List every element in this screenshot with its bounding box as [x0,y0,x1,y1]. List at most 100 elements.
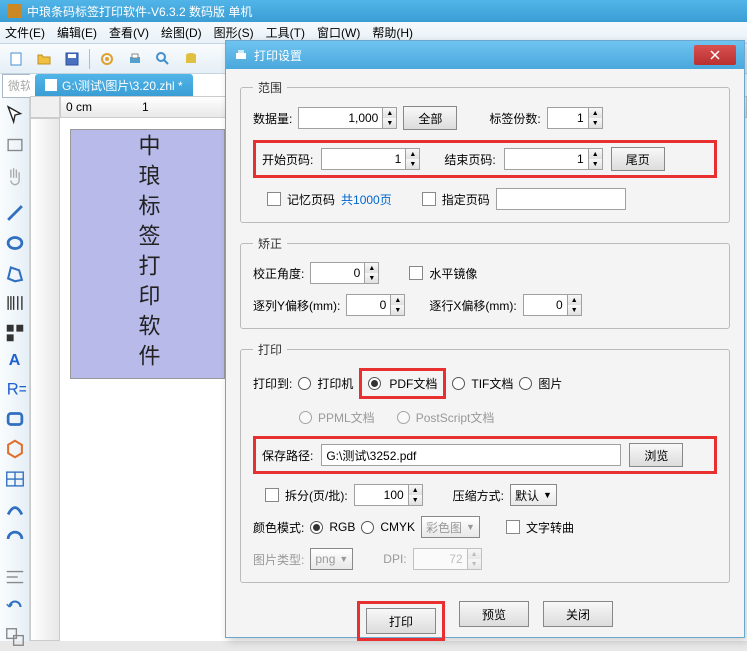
compress-select[interactable]: 默认▼ [510,484,557,506]
split-input[interactable]: ▲▼ [354,484,423,506]
table-tool-icon[interactable] [4,468,26,490]
close-button[interactable] [694,45,736,65]
tif-radio[interactable] [452,377,465,390]
print-group: 打印 打印到: 打印机 PDF文档 TIF文档 图片 PPML文档 [240,341,730,583]
col-y-input[interactable]: ▲▼ [346,294,405,316]
start-page-label: 开始页码: [262,151,313,168]
menu-view[interactable]: 查看(V) [109,24,149,41]
pointer-icon[interactable] [4,104,26,126]
doc-tab-label: G:\测试\图片\3.20.zhl * [62,77,183,94]
svg-text:R=: R= [6,381,25,399]
col-y-label: 逐列Y偏移(mm): [253,297,340,314]
printer-label: 打印机 [317,375,353,392]
cmyk-radio[interactable] [361,521,374,534]
tif-label: TIF文档 [471,375,513,392]
color-profile-select: 彩色图▼ [421,516,480,538]
row-x-input[interactable]: ▲▼ [523,294,582,316]
printer-radio[interactable] [298,377,311,390]
menu-file[interactable]: 文件(E) [5,24,45,41]
qr-icon[interactable] [4,322,26,344]
browse-button[interactable]: 浏览 [629,443,683,467]
ruler-vertical [30,118,60,641]
ppml-radio [299,411,312,424]
specify-page-input[interactable] [496,188,626,210]
all-button[interactable]: 全部 [403,106,457,130]
zoom-icon[interactable] [152,48,174,70]
rect-tool-icon[interactable] [4,134,26,156]
database-icon[interactable] [180,48,202,70]
polygon-tool-icon[interactable] [4,262,26,284]
pdf-highlight: PDF文档 [359,368,446,399]
text-curve-checkbox[interactable] [506,520,520,534]
data-count-input[interactable]: ▲▼ [298,107,397,129]
dialog-title-bar: 打印设置 [226,41,744,69]
specify-page-checkbox[interactable] [422,192,436,206]
app-icon [8,4,22,18]
menu-help[interactable]: 帮助(H) [372,24,413,41]
pdf-radio[interactable] [368,377,381,390]
menu-tool[interactable]: 工具(T) [266,24,305,41]
label-copies-label: 标签份数: [489,110,540,127]
image-type-select: png▼ [310,548,353,570]
rotate-icon[interactable] [4,596,26,618]
text-curve-label: 文字转曲 [526,519,574,536]
new-doc-icon[interactable] [5,48,27,70]
print-icon[interactable] [124,48,146,70]
image-radio[interactable] [519,377,532,390]
ellipse-tool-icon[interactable] [4,232,26,254]
pdf-label: PDF文档 [389,375,437,392]
angle-input[interactable]: ▲▼ [310,262,379,284]
app-title-bar: 中琅条码标签打印软件-V6.3.2 数码版 单机 [0,0,747,22]
group-icon[interactable] [4,626,26,648]
document-tab[interactable]: G:\测试\图片\3.20.zhl * [35,74,193,96]
doc-icon [45,79,57,91]
preview-button[interactable]: 预览 [459,601,529,627]
close-dialog-button[interactable]: 关闭 [543,601,613,627]
menu-window[interactable]: 窗口(W) [317,24,360,41]
open-icon[interactable] [33,48,55,70]
label-copies-input[interactable]: ▲▼ [547,107,603,129]
text-a-icon[interactable]: A [4,352,26,370]
save-path-input[interactable] [321,444,621,466]
align-icon[interactable] [4,566,26,588]
image-type-label: 图片类型: [253,551,304,568]
angle-label: 校正角度: [253,265,304,282]
cmyk-label: CMYK [380,520,415,534]
menu-shape[interactable]: 图形(S) [214,24,254,41]
rgb-label: RGB [329,520,355,534]
hexagon-icon[interactable] [4,438,26,460]
split-checkbox[interactable] [265,488,279,502]
remember-page-checkbox[interactable] [267,192,281,206]
barcode-icon[interactable] [4,292,26,314]
color-mode-label: 颜色模式: [253,519,304,536]
range-group: 范围 数据量: ▲▼ 全部 标签份数: ▲▼ 开始页码: [240,79,730,223]
save-icon[interactable] [61,48,83,70]
remember-page-label: 记忆页码 [287,191,335,208]
rich-text-icon[interactable]: R= [4,378,26,400]
print-button[interactable]: 打印 [366,608,436,634]
end-page-input[interactable]: ▲▼ [504,148,603,170]
settings-icon[interactable] [96,48,118,70]
arc-tool-icon[interactable] [4,528,26,550]
h-mirror-checkbox[interactable] [409,266,423,280]
line-tool-icon[interactable] [4,202,26,224]
menu-draw[interactable]: 绘图(D) [161,24,202,41]
curve-tool-icon[interactable] [4,498,26,520]
compress-label: 压缩方式: [453,487,504,504]
menu-edit[interactable]: 编辑(E) [57,24,97,41]
dpi-label: DPI: [383,552,406,566]
image-label: 图片 [538,375,562,392]
rgb-radio[interactable] [310,521,323,534]
hand-icon[interactable] [4,164,26,186]
split-label: 拆分(页/批): [285,487,348,504]
start-page-input[interactable]: ▲▼ [321,148,420,170]
row-x-label: 逐行X偏移(mm): [429,297,516,314]
app-title: 中琅条码标签打印软件-V6.3.2 数码版 单机 [27,3,252,20]
round-rect-icon[interactable] [4,408,26,430]
last-page-button[interactable]: 尾页 [611,147,665,171]
ppml-label: PPML文档 [318,409,375,426]
print-settings-dialog: 打印设置 范围 数据量: ▲▼ 全部 标签份数: ▲▼ [225,40,745,638]
h-mirror-label: 水平镜像 [429,265,477,282]
label-canvas[interactable]: 中琅标签打印软件 [70,129,225,379]
page-range-highlight: 开始页码: ▲▼ 结束页码: ▲▼ 尾页 [253,140,717,178]
